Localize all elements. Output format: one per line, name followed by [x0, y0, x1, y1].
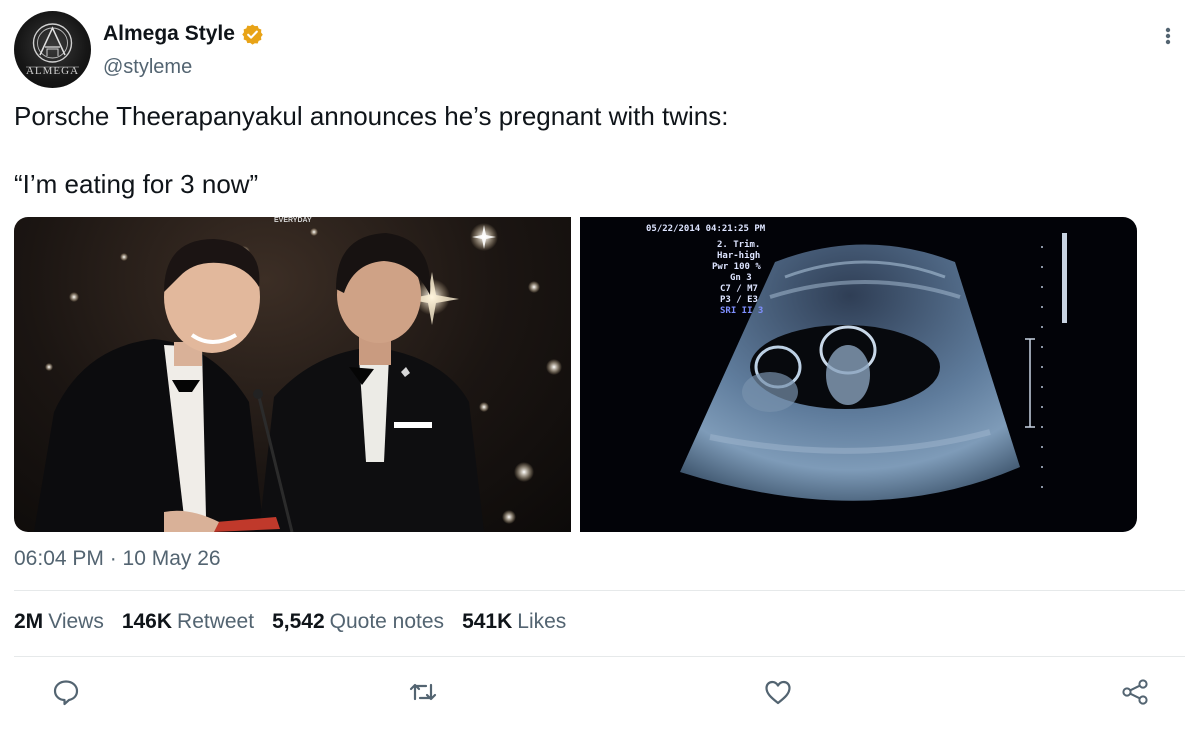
stat-quotes-count: 5,542	[272, 610, 325, 633]
photo-watermark: EVERYDAY	[274, 217, 312, 224]
author-handle[interactable]: @styleme	[103, 56, 192, 79]
media-ultrasound-right[interactable]: 05/22/2014 04:21:25 PM 2. Trim. Har-high…	[580, 217, 1137, 532]
stat-quotes[interactable]: 5,542 Quote notes	[272, 610, 444, 634]
stat-views-label: Views	[48, 610, 104, 633]
ultrasound-datetime: 05/22/2014 04:21:25 PM	[646, 224, 766, 234]
tweet-timestamp[interactable]: 06:04 PM · 10 May 26	[14, 547, 221, 571]
stat-likes[interactable]: 541K Likes	[462, 610, 566, 634]
more-options-icon[interactable]	[1158, 24, 1178, 48]
stat-views[interactable]: 2M Views	[14, 610, 104, 634]
ultrasound-setting: P3 / E3	[720, 295, 758, 305]
ultrasound-setting: Har-high	[717, 251, 761, 261]
like-icon[interactable]	[763, 677, 793, 707]
tweet-text-line-1: Porsche Theerapanyakul announces he’s pr…	[14, 101, 729, 131]
tweet-text: Porsche Theerapanyakul announces he’s pr…	[14, 100, 729, 199]
photo-two-men-tuxedos	[34, 223, 562, 532]
ultrasound-setting: SRI II 3	[720, 306, 764, 316]
divider	[14, 656, 1185, 657]
ultrasound-setting: 2. Trim.	[717, 240, 761, 250]
avatar[interactable]: ALMEGA	[14, 11, 91, 88]
author-name-row[interactable]: Almega Style	[103, 20, 264, 48]
stat-retweets-label: Retweet	[177, 610, 255, 633]
tweet-stats: 2M Views 146K Retweet 5,542 Quote notes 541…	[14, 610, 566, 634]
ultrasound-scan-image	[680, 233, 1067, 501]
ultrasound-setting: Pwr 100 %	[712, 262, 761, 272]
stat-retweets[interactable]: 146K Retweet	[122, 610, 254, 634]
stat-likes-label: Likes	[517, 610, 567, 633]
author-display-name[interactable]: Almega Style	[103, 22, 235, 46]
ultrasound-setting: Gn 3	[730, 273, 752, 283]
share-icon[interactable]	[1120, 677, 1150, 707]
tweet-text-line-2: “I’m eating for 3 now”	[14, 169, 259, 199]
stat-views-count: 2M	[14, 610, 44, 633]
stat-likes-count: 541K	[462, 610, 513, 633]
reply-icon[interactable]	[51, 677, 81, 707]
divider	[14, 590, 1185, 591]
stat-retweets-count: 146K	[121, 610, 173, 633]
ultrasound-setting: C7 / M7	[720, 284, 758, 294]
media-photo-left[interactable]: EVERYDAY	[14, 217, 571, 532]
stat-quotes-label: Quote notes	[329, 610, 445, 633]
avatar-logo-text: ALMEGA	[25, 65, 80, 77]
verified-badge-icon	[242, 23, 263, 45]
retweet-icon[interactable]	[408, 677, 438, 707]
